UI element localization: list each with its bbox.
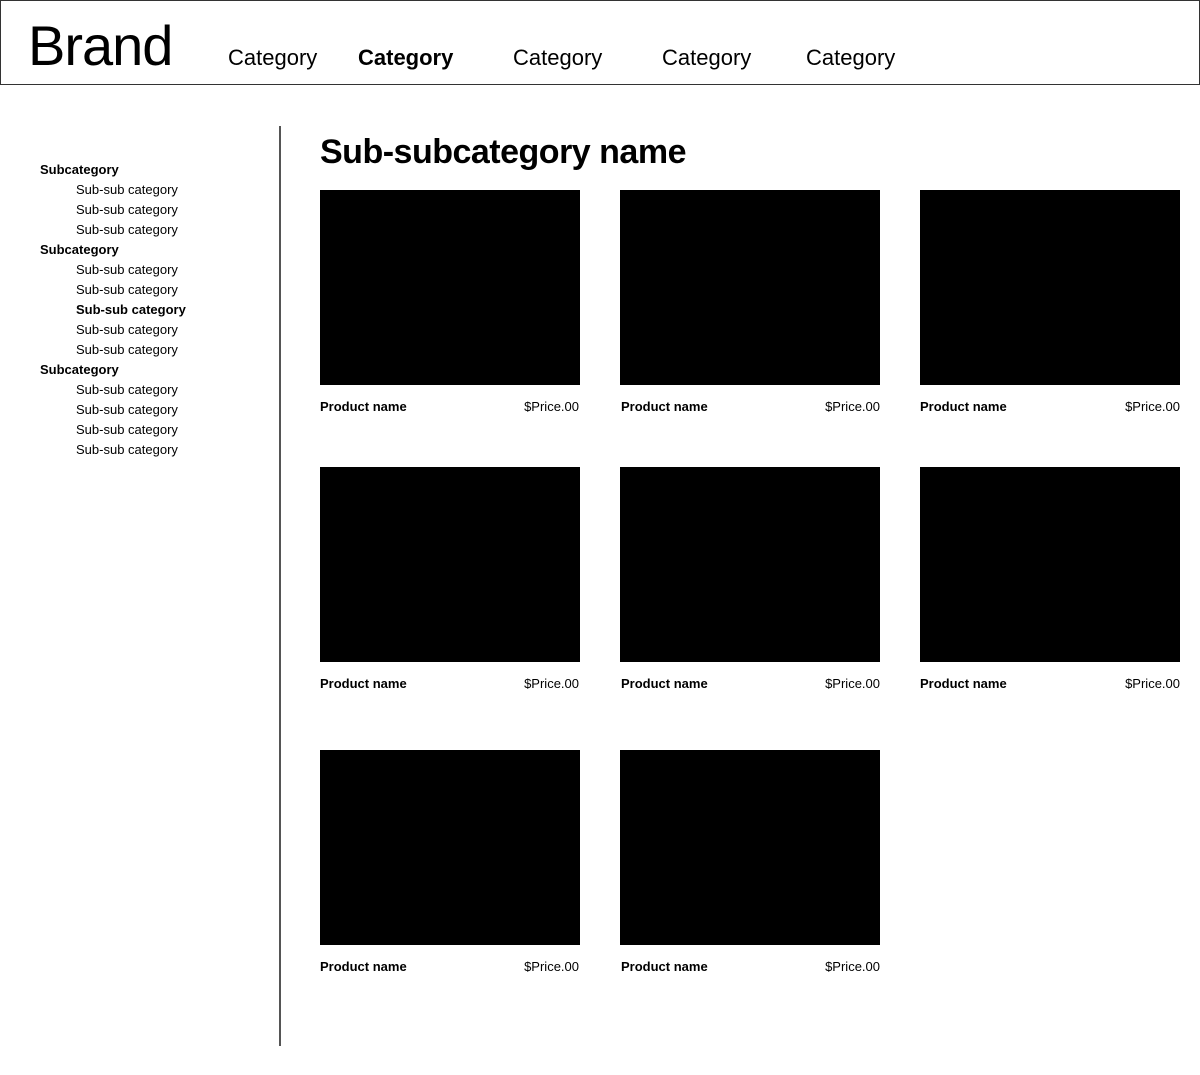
sidebar-nav: Subcategory Sub-sub category Sub-sub cat… [40, 160, 270, 460]
product-name[interactable]: Product name [920, 674, 1007, 694]
product-meta: Product name $Price.00 [620, 674, 880, 694]
product-card[interactable]: Product name $Price.00 [920, 190, 1180, 417]
nav-category-2-active[interactable]: Category [358, 45, 453, 71]
product-name[interactable]: Product name [320, 957, 407, 977]
product-meta: Product name $Price.00 [620, 397, 880, 417]
product-name[interactable]: Product name [621, 674, 708, 694]
header-bar: Brand Category Category Category Categor… [0, 0, 1200, 85]
nav-category-3[interactable]: Category [513, 45, 602, 71]
product-meta: Product name $Price.00 [920, 674, 1180, 694]
sidebar-sub-sub-category[interactable]: Sub-sub category [40, 180, 270, 200]
sidebar-sub-sub-category[interactable]: Sub-sub category [40, 380, 270, 400]
product-card[interactable]: Product name $Price.00 [620, 467, 880, 694]
sidebar-sub-sub-category[interactable]: Sub-sub category [40, 440, 270, 460]
sidebar-sub-sub-category-active[interactable]: Sub-sub category [40, 300, 270, 320]
sidebar-divider [279, 126, 281, 1046]
sidebar-sub-sub-category[interactable]: Sub-sub category [40, 200, 270, 220]
page-title: Sub-subcategory name [320, 133, 686, 171]
product-price: $Price.00 [1125, 399, 1180, 414]
product-price: $Price.00 [825, 676, 880, 691]
product-meta: Product name $Price.00 [320, 397, 580, 417]
product-card[interactable]: Product name $Price.00 [920, 467, 1180, 694]
product-name[interactable]: Product name [320, 397, 407, 417]
product-image[interactable] [920, 467, 1180, 662]
product-meta: Product name $Price.00 [320, 674, 580, 694]
product-card[interactable]: Product name $Price.00 [620, 190, 880, 417]
product-image[interactable] [620, 750, 880, 945]
product-price: $Price.00 [524, 399, 579, 414]
product-name[interactable]: Product name [920, 397, 1007, 417]
product-price: $Price.00 [825, 959, 880, 974]
page: Brand Category Category Category Categor… [0, 0, 1200, 1075]
product-name[interactable]: Product name [320, 674, 407, 694]
sidebar-sub-sub-category[interactable]: Sub-sub category [40, 320, 270, 340]
product-meta: Product name $Price.00 [320, 957, 580, 977]
sidebar-subcategory[interactable]: Subcategory [40, 160, 270, 180]
product-meta: Product name $Price.00 [920, 397, 1180, 417]
sidebar-sub-sub-category[interactable]: Sub-sub category [40, 420, 270, 440]
product-name[interactable]: Product name [621, 957, 708, 977]
product-card[interactable]: Product name $Price.00 [320, 190, 580, 417]
product-image[interactable] [320, 467, 580, 662]
product-image[interactable] [320, 190, 580, 385]
product-price: $Price.00 [524, 676, 579, 691]
sidebar-sub-sub-category[interactable]: Sub-sub category [40, 340, 270, 360]
product-price: $Price.00 [825, 399, 880, 414]
product-name[interactable]: Product name [621, 397, 708, 417]
product-image[interactable] [620, 190, 880, 385]
product-card[interactable]: Product name $Price.00 [320, 750, 580, 977]
sidebar-subcategory[interactable]: Subcategory [40, 240, 270, 260]
product-image[interactable] [920, 190, 1180, 385]
sidebar-sub-sub-category[interactable]: Sub-sub category [40, 260, 270, 280]
sidebar-sub-sub-category[interactable]: Sub-sub category [40, 400, 270, 420]
product-price: $Price.00 [524, 959, 579, 974]
product-image[interactable] [320, 750, 580, 945]
nav-category-1[interactable]: Category [228, 45, 317, 71]
sidebar-subcategory[interactable]: Subcategory [40, 360, 270, 380]
product-meta: Product name $Price.00 [620, 957, 880, 977]
product-card[interactable]: Product name $Price.00 [620, 750, 880, 977]
nav-category-5[interactable]: Category [806, 45, 895, 71]
sidebar-sub-sub-category[interactable]: Sub-sub category [40, 280, 270, 300]
sidebar-sub-sub-category[interactable]: Sub-sub category [40, 220, 270, 240]
nav-category-4[interactable]: Category [662, 45, 751, 71]
product-card[interactable]: Product name $Price.00 [320, 467, 580, 694]
brand-logo[interactable]: Brand [28, 14, 173, 78]
product-price: $Price.00 [1125, 676, 1180, 691]
product-image[interactable] [620, 467, 880, 662]
